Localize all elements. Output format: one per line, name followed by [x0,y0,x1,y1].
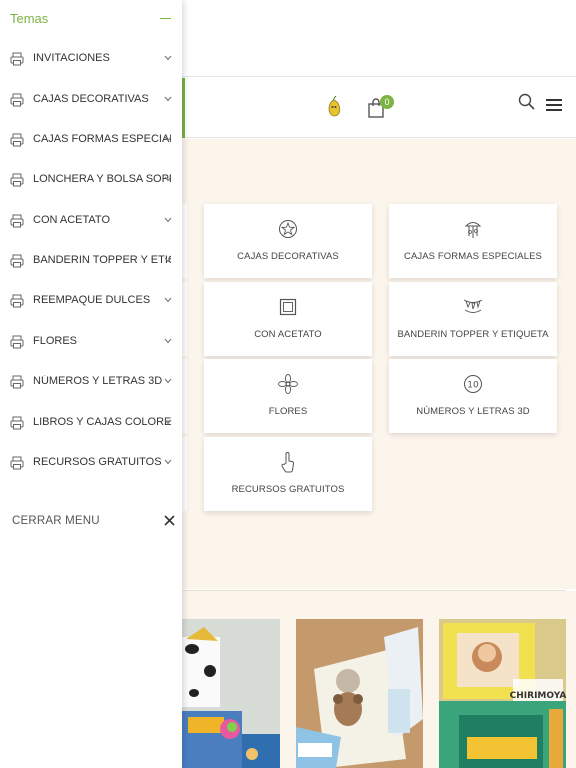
printer-icon [10,254,24,268]
category-label: RECURSOS GRATUITOS [231,484,345,495]
carousel-icon [464,222,482,238]
printer-icon [10,294,24,308]
menu-item-banderin-topper-y-etiqueta[interactable]: BANDERIN TOPPER Y ETIQUETA [0,241,182,281]
category-card-recursos-gratuitos[interactable]: RECURSOS GRATUITOS [204,437,372,511]
printer-icon [10,52,24,66]
hamburger-menu-icon[interactable] [546,98,562,112]
menu-item-label: NÚMEROS Y LETRAS 3D [33,375,163,387]
category-card-cajas-formas-especiales[interactable]: CAJAS FORMAS ESPECIALES [389,204,557,278]
product-photo-art [182,619,280,768]
menu-item-label: BANDERIN TOPPER Y ETIQUETA [33,254,171,266]
chevron-down-icon[interactable] [164,96,172,102]
menu-item-label: RECURSOS GRATUITOS [33,456,162,468]
close-menu-button[interactable]: CERRAR MENU [0,505,182,539]
chevron-down-icon[interactable] [164,136,172,142]
card-edge [182,204,187,278]
menu-item-label: FLORES [33,335,78,347]
product-image[interactable] [296,619,423,768]
menu-item-label: INVITACIONES [33,52,110,64]
svg-text:10: 10 [467,381,479,391]
chevron-down-icon[interactable] [164,217,172,223]
chevron-down-icon[interactable] [164,378,172,384]
menu-item-invitaciones[interactable]: INVITACIONES [0,39,182,79]
menu-item-label: REEMPAQUE DULCES [33,294,151,306]
chevron-down-icon[interactable] [164,338,172,344]
close-icon[interactable] [164,515,175,526]
search-icon[interactable] [518,93,536,111]
product-photo-art [296,619,423,768]
card-edge [182,359,187,433]
printer-icon [10,93,24,107]
chevron-down-icon[interactable] [164,55,172,61]
menu-item-numeros-y-letras-3d[interactable]: NÚMEROS Y LETRAS 3D [0,362,182,402]
card-edge [182,282,187,356]
frame-icon [279,298,297,316]
category-label: CAJAS DECORATIVAS [237,251,339,262]
header-accent-bar [182,78,185,138]
number-ten-icon: 10 [464,375,482,393]
category-card-con-acetato[interactable]: CON ACETATO [204,282,372,356]
chevron-down-icon[interactable] [164,459,172,465]
chevron-down-icon[interactable] [164,297,172,303]
menu-item-flores[interactable]: FLORES [0,322,182,362]
printer-icon [10,214,24,228]
minus-icon[interactable] [160,18,171,19]
category-card-banderin-topper-y-etiqueta[interactable]: BANDERIN TOPPER Y ETIQUETA [389,282,557,356]
chevron-down-icon[interactable] [164,257,172,263]
category-card-numeros-y-letras-3d[interactable]: 10 NÚMEROS Y LETRAS 3D [389,359,557,433]
star-box-icon [279,220,297,238]
menu-item-cajas-formas-especiales[interactable]: CAJAS FORMAS ESPECIALES [0,120,182,160]
category-label: CON ACETATO [254,329,322,340]
logo-icon[interactable] [326,96,342,118]
menu-item-label: LONCHERA Y BOLSA SOPRESA [33,173,171,185]
menu-title: Temas [10,11,49,26]
product-image[interactable] [182,619,280,768]
menu-item-reempaque-dulces[interactable]: REEMPAQUE DULCES [0,281,182,321]
category-card-cajas-decorativas[interactable]: CAJAS DECORATIVAS [204,204,372,278]
menu-item-lonchera-y-bolsa-sopresa[interactable]: LONCHERA Y BOLSA SOPRESA [0,160,182,200]
product-image[interactable]: CHIRIMOYA [439,619,566,768]
chevron-down-icon[interactable] [164,419,172,425]
menu-item-con-acetato[interactable]: CON ACETATO [0,201,182,241]
menu-item-libros-y-cajas-colorear[interactable]: LIBROS Y CAJAS COLOREAR [0,403,182,443]
category-label: NÚMEROS Y LETRAS 3D [416,406,530,417]
printer-icon [10,335,24,349]
product-photo-art: CHIRIMOYA [439,619,566,768]
menu-item-label: CAJAS FORMAS ESPECIALES [33,133,171,145]
menu-item-recursos-gratuitos[interactable]: RECURSOS GRATUITOS [0,443,182,483]
category-label: BANDERIN TOPPER Y ETIQUETA [397,329,549,340]
menu-item-label: CAJAS DECORATIVAS [33,93,149,105]
bunting-icon [463,299,483,313]
flower-icon [278,374,298,394]
category-card-flores[interactable]: FLORES [204,359,372,433]
card-edge [182,437,187,511]
printer-icon [10,133,24,147]
category-label: CAJAS FORMAS ESPECIALES [404,251,542,262]
printer-icon [10,173,24,187]
cart-count-badge: 0 [380,95,394,109]
menu-item-label: LIBROS Y CAJAS COLOREAR [33,416,171,428]
menu-item-cajas-decorativas[interactable]: CAJAS DECORATIVAS [0,80,182,120]
product-watermark: CHIRIMOYA [510,691,566,701]
menu-item-label: CON ACETATO [33,214,111,226]
chevron-down-icon[interactable] [164,176,172,182]
printer-icon [10,416,24,430]
side-menu: Temas INVITACIONES CAJAS DECORATIVAS CAJ… [0,0,182,768]
close-menu-label: CERRAR MENU [12,515,100,527]
hand-pointer-icon [281,452,294,473]
printer-icon [10,375,24,389]
printer-icon [10,456,24,470]
category-label: FLORES [268,406,308,417]
